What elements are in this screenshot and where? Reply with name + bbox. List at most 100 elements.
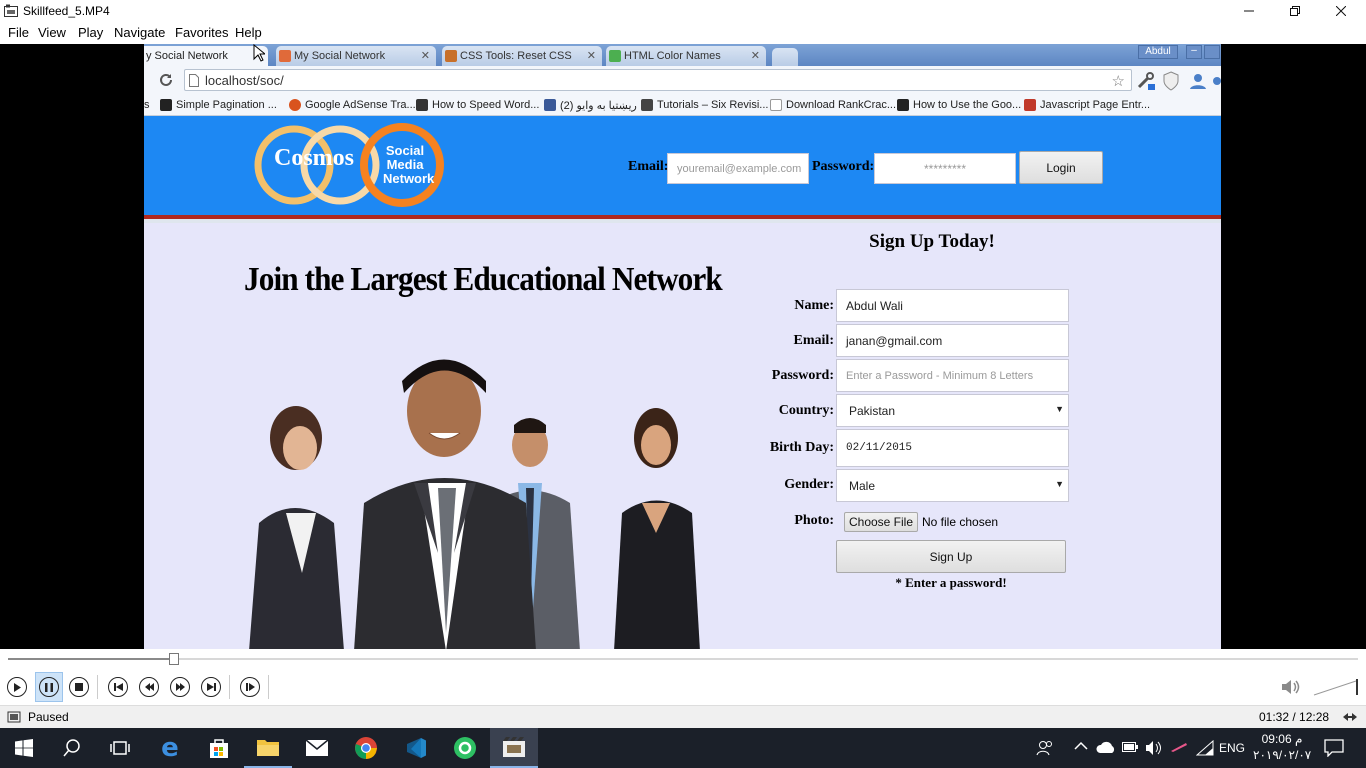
minimize-button[interactable] bbox=[1226, 0, 1272, 22]
site-favicon-icon bbox=[279, 50, 291, 62]
restore-button[interactable] bbox=[1272, 0, 1318, 22]
people-icon[interactable] bbox=[1036, 739, 1054, 757]
taskbar-media-player[interactable] bbox=[490, 728, 538, 768]
bookmarks-bar: s Simple Pagination ... Google AdSense T… bbox=[144, 96, 1221, 116]
dropdown-arrow-icon: ▼ bbox=[1055, 404, 1064, 414]
profile-badge[interactable]: Abdul bbox=[1138, 45, 1178, 59]
menu-play[interactable]: Play bbox=[78, 25, 103, 40]
shield-icon[interactable] bbox=[1162, 71, 1180, 91]
signup-button[interactable]: Sign Up bbox=[836, 540, 1066, 573]
email-input[interactable]: janan@gmail.com bbox=[836, 324, 1069, 357]
taskbar-vscode[interactable] bbox=[392, 728, 440, 768]
tab-social-network[interactable]: y Social Network ✕ bbox=[144, 46, 268, 66]
bookmark-star-icon[interactable]: ☆ bbox=[1112, 72, 1125, 90]
seek-bar[interactable] bbox=[0, 649, 1366, 669]
search-button[interactable] bbox=[48, 728, 96, 768]
playback-status: Paused bbox=[28, 710, 69, 724]
frame-step-button[interactable] bbox=[240, 677, 260, 697]
menu-file[interactable]: File bbox=[8, 25, 29, 40]
bookmark-item[interactable]: How to Use the Goo... bbox=[897, 99, 1021, 111]
notifications-icon[interactable] bbox=[1324, 739, 1344, 757]
browser-minimize-icon: – bbox=[1186, 45, 1202, 59]
menu-help[interactable]: Help bbox=[235, 25, 262, 40]
task-view-button[interactable] bbox=[96, 728, 144, 768]
speed-favicon-icon bbox=[416, 99, 428, 111]
birthday-input[interactable]: 02/11/2015 bbox=[836, 429, 1069, 467]
battery-icon[interactable] bbox=[1122, 741, 1138, 753]
bookmark-item[interactable]: Simple Pagination ... bbox=[160, 99, 277, 111]
clock[interactable]: 09:06 م ٢٠١٩/٠٢/٠٧ bbox=[1253, 731, 1311, 763]
language-indicator[interactable]: ENG bbox=[1219, 728, 1245, 768]
extension-tools-icon[interactable] bbox=[1136, 71, 1156, 91]
bookmark-overflow[interactable]: s bbox=[144, 99, 150, 111]
menu-navigate[interactable]: Navigate bbox=[114, 25, 165, 40]
taskbar-edge[interactable]: e bbox=[146, 728, 194, 768]
login-password-input[interactable]: ********* bbox=[874, 153, 1016, 184]
taskbar-chrome[interactable] bbox=[342, 728, 390, 768]
display-mode-icon[interactable] bbox=[1342, 710, 1358, 724]
tab-css-tools[interactable]: CSS Tools: Reset CSS ✕ bbox=[442, 46, 602, 66]
taskbar-app-green[interactable] bbox=[441, 728, 489, 768]
name-input[interactable]: Abdul Wali bbox=[836, 289, 1069, 322]
menu-bar: File View Play Navigate Favorites Help bbox=[0, 22, 1366, 44]
cosmos-logo[interactable]: Cosmos Social Media Network bbox=[252, 122, 448, 208]
site-main: Join the Largest Educational Network Sig… bbox=[144, 223, 1221, 649]
user-account-icon[interactable] bbox=[1188, 71, 1208, 91]
bookmark-item[interactable]: Javascript Page Entr... bbox=[1024, 99, 1150, 111]
start-button[interactable] bbox=[0, 728, 48, 768]
volume-icon[interactable] bbox=[1280, 677, 1302, 697]
player-title-bar: Skillfeed_5.MP4 bbox=[0, 0, 1366, 22]
play-button[interactable] bbox=[7, 677, 27, 697]
tab-my-social-network[interactable]: My Social Network ✕ bbox=[276, 46, 436, 66]
reload-icon[interactable] bbox=[158, 72, 174, 88]
tab-close-icon[interactable]: ✕ bbox=[421, 49, 430, 62]
tab-html-color-names[interactable]: HTML Color Names ✕ bbox=[606, 46, 766, 66]
edge-icon: e bbox=[161, 733, 179, 763]
file-status-text: No file chosen bbox=[922, 515, 999, 529]
seek-track[interactable] bbox=[8, 658, 1358, 660]
choose-file-button[interactable]: Choose File bbox=[844, 512, 918, 532]
onedrive-icon[interactable] bbox=[1096, 741, 1116, 753]
video-frame-browser: y Social Network ✕ My Social Network ✕ C… bbox=[144, 44, 1221, 649]
bookmark-item[interactable]: (2) ريښتيا به وايو bbox=[544, 99, 637, 112]
bookmark-item[interactable]: Download RankCrac... bbox=[770, 99, 896, 111]
pen-icon[interactable] bbox=[1170, 742, 1188, 752]
tab-close-icon[interactable]: ✕ bbox=[751, 49, 760, 62]
new-tab-button[interactable] bbox=[772, 48, 798, 66]
address-bar[interactable]: localhost/soc/ ☆ bbox=[184, 69, 1132, 91]
bookmark-item[interactable]: Tutorials – Six Revisi... bbox=[641, 99, 768, 111]
pause-button[interactable] bbox=[39, 677, 59, 697]
previous-button[interactable] bbox=[108, 677, 128, 697]
fast-forward-button[interactable] bbox=[170, 677, 190, 697]
taskbar-file-explorer[interactable] bbox=[244, 728, 292, 768]
gender-select[interactable]: Male ▼ bbox=[836, 469, 1069, 502]
next-button[interactable] bbox=[201, 677, 221, 697]
bookmark-item[interactable]: How to Speed Word... bbox=[416, 99, 539, 111]
frame-step-icon bbox=[245, 683, 255, 691]
bookmark-item[interactable]: Google AdSense Tra... bbox=[289, 99, 416, 111]
tab-close-icon[interactable]: ✕ bbox=[587, 49, 596, 62]
windows-taskbar: e ENG 09:06 م ٢٠١٩/٠٢/٠٧ bbox=[0, 728, 1366, 768]
volume-slider[interactable] bbox=[1312, 677, 1362, 697]
wrench-menu-icon[interactable] bbox=[1212, 71, 1221, 91]
tray-expand-icon[interactable] bbox=[1074, 741, 1088, 751]
login-button[interactable]: Login bbox=[1019, 151, 1103, 184]
status-bar: Paused 01:32 / 12:28 bbox=[0, 705, 1366, 728]
speaker-icon[interactable] bbox=[1145, 740, 1163, 756]
skip-forward-icon bbox=[206, 683, 216, 691]
password-input[interactable]: Enter a Password - Minimum 8 Letters bbox=[836, 359, 1069, 392]
gender-value: Male bbox=[849, 478, 876, 493]
country-select[interactable]: Pakistan ▼ bbox=[836, 394, 1069, 427]
wifi-icon[interactable] bbox=[1196, 740, 1214, 756]
seek-thumb[interactable] bbox=[169, 653, 179, 665]
stop-button[interactable] bbox=[69, 677, 89, 697]
menu-favorites[interactable]: Favorites bbox=[175, 25, 228, 40]
search-icon bbox=[63, 739, 80, 757]
login-email-input[interactable]: youremail@example.com bbox=[667, 153, 809, 184]
close-button[interactable] bbox=[1318, 0, 1364, 22]
menu-view[interactable]: View bbox=[38, 25, 66, 40]
taskbar-store[interactable] bbox=[195, 728, 243, 768]
taskbar-mail[interactable] bbox=[293, 728, 341, 768]
rewind-button[interactable] bbox=[139, 677, 159, 697]
mouse-cursor-icon bbox=[253, 44, 265, 62]
